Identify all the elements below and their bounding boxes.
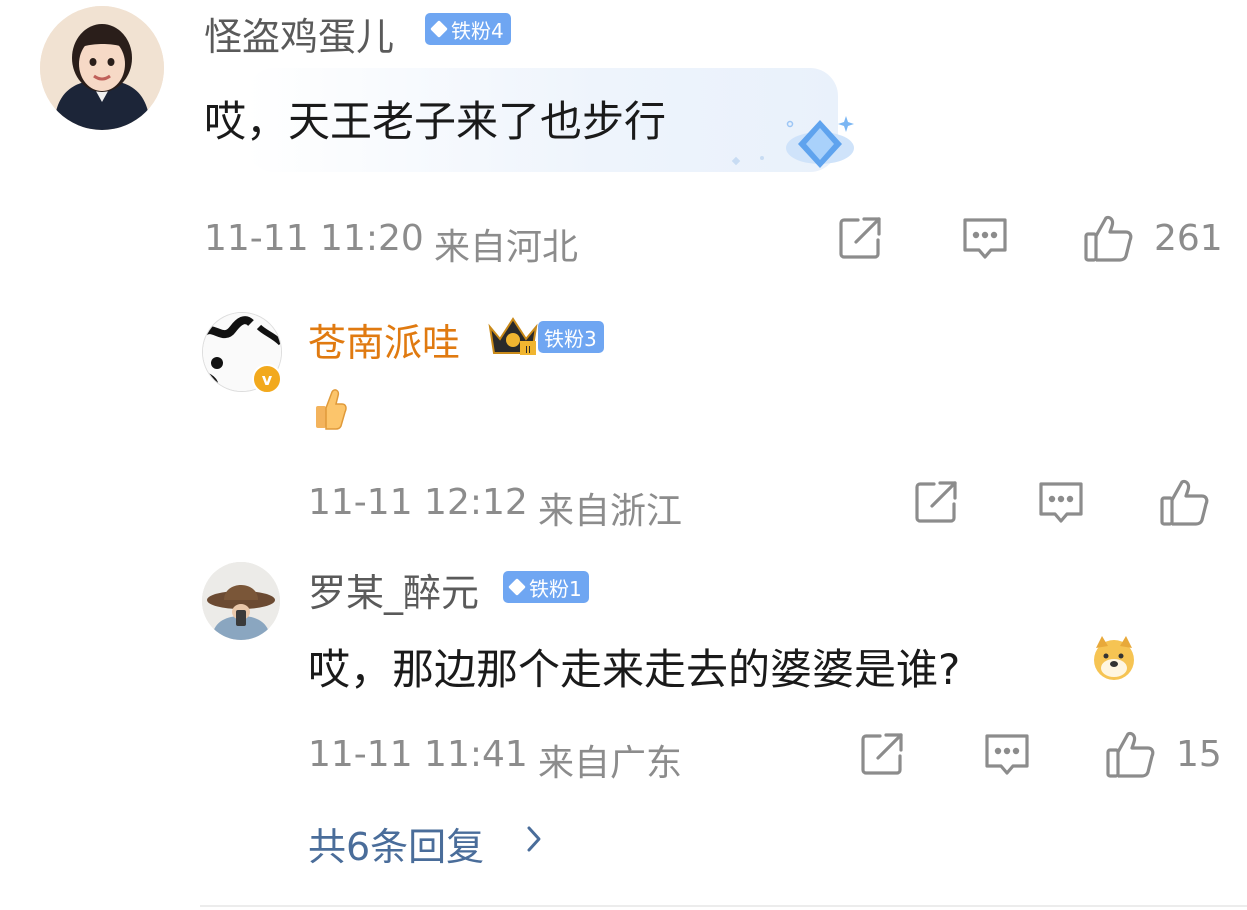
reply-avatar[interactable] (202, 562, 280, 640)
reply-location: 来自广东 (538, 743, 683, 784)
reply-username[interactable]: 苍南派哇 (308, 312, 460, 367)
reply-username[interactable]: 罗某_醉元 (308, 562, 479, 617)
like-icon[interactable] (1158, 476, 1210, 528)
fan-badge: 铁粉3 (538, 321, 604, 353)
reply-location: 来自浙江 (538, 491, 683, 532)
diamond-icon (508, 578, 526, 596)
diamond-decoration-icon (780, 110, 860, 178)
more-replies-label: 共6条回复 (308, 825, 485, 869)
crown-icon: II (486, 313, 540, 361)
diamond-icon (430, 20, 448, 38)
reply-icon[interactable] (960, 214, 1010, 262)
fan-badge-label: 铁粉3 (544, 326, 597, 351)
share-icon[interactable] (836, 214, 884, 262)
comment-time: 11-11 11:20 (204, 218, 424, 259)
svg-text:II: II (525, 345, 531, 356)
reply-time: 11-11 12:12 (308, 482, 528, 523)
like-count: 261 (1154, 218, 1223, 259)
thumbs-up-emoji-icon (312, 386, 348, 436)
divider (200, 905, 1247, 907)
fan-badge-label: 铁粉4 (451, 18, 504, 43)
comment-text: 哎，天王老子来了也步行 (204, 97, 667, 146)
commenter-username[interactable]: 怪盗鸡蛋儿 (204, 6, 394, 61)
verified-icon: v (252, 364, 282, 394)
like-count: 15 (1176, 734, 1222, 775)
fan-badge: 铁粉4 (425, 13, 511, 45)
like-icon[interactable] (1104, 728, 1156, 780)
share-icon[interactable] (858, 730, 906, 778)
more-replies-link[interactable]: 共6条回复 (308, 816, 484, 871)
share-icon[interactable] (912, 478, 960, 526)
fan-badge: 铁粉1 (503, 571, 589, 603)
reply-time: 11-11 11:41 (308, 734, 528, 775)
doge-emoji-icon (1090, 634, 1138, 686)
sparkle-dot-icon (760, 156, 764, 160)
commenter-avatar[interactable] (40, 6, 164, 130)
reply-text: 哎，那边那个走来走去的婆婆是谁? (308, 645, 961, 694)
like-icon[interactable] (1082, 212, 1134, 264)
reply-icon[interactable] (1036, 478, 1086, 526)
girl-portrait-icon (40, 6, 164, 130)
reply-icon[interactable] (982, 730, 1032, 778)
comment-location: 来自河北 (434, 227, 579, 268)
chevron-right-icon[interactable] (524, 824, 544, 858)
fan-badge-label: 铁粉1 (529, 576, 582, 601)
